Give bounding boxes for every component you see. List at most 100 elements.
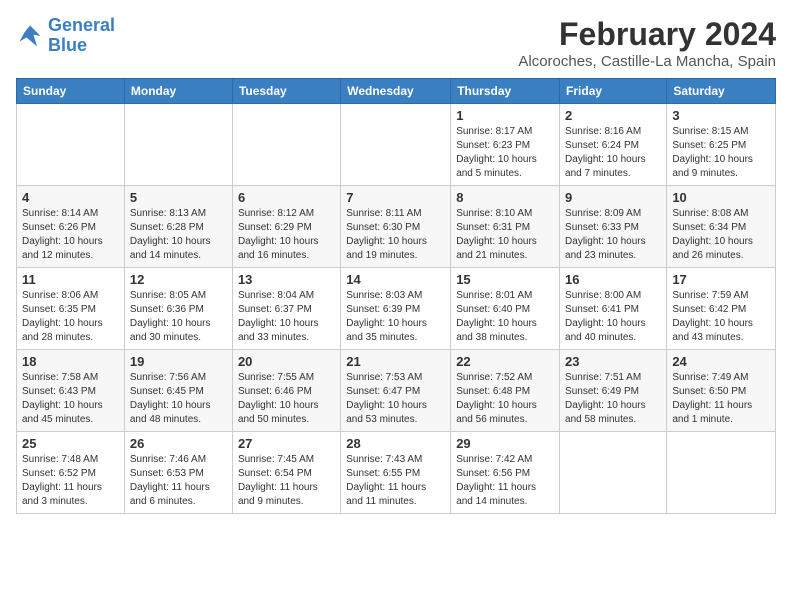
- day-number: 18: [22, 354, 119, 369]
- calendar-day-cell: 22 Sunrise: 7:52 AM Sunset: 6:48 PM Dayli…: [451, 350, 560, 432]
- day-number: 3: [672, 108, 770, 123]
- weekday-header-wednesday: Wednesday: [341, 79, 451, 104]
- calendar-day-cell: 16Sunrise: 8:00 AM Sunset: 6:41 PM Dayli…: [560, 268, 667, 350]
- day-info: Sunrise: 7:51 AM Sunset: 6:49 PM Dayligh…: [565, 371, 661, 427]
- day-number: 22: [456, 354, 554, 369]
- day-info: Sunrise: 7:46 AM Sunset: 6:53 PM Dayligh…: [130, 453, 227, 509]
- day-number: 14: [346, 272, 445, 287]
- logo-line2: Blue: [48, 35, 87, 55]
- calendar-day-cell: 25 Sunrise: 7:48 AM Sunset: 6:52 PM Dayli…: [17, 432, 125, 514]
- calendar-day-cell: 26 Sunrise: 7:46 AM Sunset: 6:53 PM Dayli…: [124, 432, 232, 514]
- day-number: 19: [130, 354, 227, 369]
- calendar-day-cell: 8Sunrise: 8:10 AM Sunset: 6:31 PM Daylig…: [451, 186, 560, 268]
- day-info: Sunrise: 7:55 AM Sunset: 6:46 PM Dayligh…: [238, 371, 335, 427]
- day-number: 5: [130, 190, 227, 205]
- calendar-week-row: 25 Sunrise: 7:48 AM Sunset: 6:52 PM Dayli…: [17, 432, 776, 514]
- day-number: 2: [565, 108, 661, 123]
- calendar-day-cell: 27 Sunrise: 7:45 AM Sunset: 6:54 PM Dayli…: [232, 432, 340, 514]
- calendar-day-cell: 6Sunrise: 8:12 AM Sunset: 6:29 PM Daylig…: [232, 186, 340, 268]
- calendar-day-cell: 9 Sunrise: 8:09 AM Sunset: 6:33 PM Daylig…: [560, 186, 667, 268]
- day-info: Sunrise: 8:17 AM Sunset: 6:23 PM Dayligh…: [456, 125, 554, 181]
- calendar-day-cell: 18 Sunrise: 7:58 AM Sunset: 6:43 PM Dayli…: [17, 350, 125, 432]
- calendar-day-cell: 12 Sunrise: 8:05 AM Sunset: 6:36 PM Dayli…: [124, 268, 232, 350]
- day-number: 13: [238, 272, 335, 287]
- day-info: Sunrise: 8:05 AM Sunset: 6:36 PM Dayligh…: [130, 289, 227, 345]
- day-number: 23: [565, 354, 661, 369]
- calendar-day-cell: [341, 104, 451, 186]
- day-number: 12: [130, 272, 227, 287]
- logo: General Blue: [16, 16, 115, 56]
- page-header: General Blue February 2024 Alcoroches, C…: [16, 16, 776, 70]
- day-info: Sunrise: 8:04 AM Sunset: 6:37 PM Dayligh…: [238, 289, 335, 345]
- day-info: Sunrise: 7:59 AM Sunset: 6:42 PM Dayligh…: [672, 289, 770, 345]
- day-number: 4: [22, 190, 119, 205]
- day-info: Sunrise: 7:45 AM Sunset: 6:54 PM Dayligh…: [238, 453, 335, 509]
- day-info: Sunrise: 7:49 AM Sunset: 6:50 PM Dayligh…: [672, 371, 770, 427]
- day-number: 17: [672, 272, 770, 287]
- weekday-header-row: SundayMondayTuesdayWednesdayThursdayFrid…: [17, 79, 776, 104]
- weekday-header-monday: Monday: [124, 79, 232, 104]
- weekday-header-tuesday: Tuesday: [232, 79, 340, 104]
- calendar-day-cell: 14 Sunrise: 8:03 AM Sunset: 6:39 PM Dayli…: [341, 268, 451, 350]
- day-info: Sunrise: 8:09 AM Sunset: 6:33 PM Dayligh…: [565, 207, 661, 263]
- calendar-title: February 2024: [518, 16, 776, 53]
- calendar-week-row: 1 Sunrise: 8:17 AM Sunset: 6:23 PM Daylig…: [17, 104, 776, 186]
- calendar-day-cell: 15 Sunrise: 8:01 AM Sunset: 6:40 PM Dayli…: [451, 268, 560, 350]
- calendar-day-cell: [560, 432, 667, 514]
- calendar-day-cell: [232, 104, 340, 186]
- calendar-week-row: 4 Sunrise: 8:14 AM Sunset: 6:26 PM Daylig…: [17, 186, 776, 268]
- day-number: 7: [346, 190, 445, 205]
- day-info: Sunrise: 8:14 AM Sunset: 6:26 PM Dayligh…: [22, 207, 119, 263]
- calendar-day-cell: 2 Sunrise: 8:16 AM Sunset: 6:24 PM Daylig…: [560, 104, 667, 186]
- logo-text: General Blue: [48, 16, 115, 56]
- day-info: Sunrise: 7:42 AM Sunset: 6:56 PM Dayligh…: [456, 453, 554, 509]
- title-block: February 2024 Alcoroches, Castille-La Ma…: [518, 16, 776, 70]
- day-number: 26: [130, 436, 227, 451]
- calendar-day-cell: 13 Sunrise: 8:04 AM Sunset: 6:37 PM Dayli…: [232, 268, 340, 350]
- calendar-day-cell: 29 Sunrise: 7:42 AM Sunset: 6:56 PM Dayli…: [451, 432, 560, 514]
- calendar-day-cell: 3Sunrise: 8:15 AM Sunset: 6:25 PM Daylig…: [667, 104, 776, 186]
- day-info: Sunrise: 7:56 AM Sunset: 6:45 PM Dayligh…: [130, 371, 227, 427]
- calendar-location: Alcoroches, Castille-La Mancha, Spain: [518, 53, 776, 70]
- calendar-week-row: 18 Sunrise: 7:58 AM Sunset: 6:43 PM Dayli…: [17, 350, 776, 432]
- calendar-day-cell: [124, 104, 232, 186]
- weekday-header-saturday: Saturday: [667, 79, 776, 104]
- day-info: Sunrise: 8:16 AM Sunset: 6:24 PM Dayligh…: [565, 125, 661, 181]
- weekday-header-sunday: Sunday: [17, 79, 125, 104]
- calendar-table: SundayMondayTuesdayWednesdayThursdayFrid…: [16, 78, 776, 514]
- weekday-header-friday: Friday: [560, 79, 667, 104]
- day-number: 15: [456, 272, 554, 287]
- day-number: 9: [565, 190, 661, 205]
- weekday-header-thursday: Thursday: [451, 79, 560, 104]
- calendar-day-cell: 24Sunrise: 7:49 AM Sunset: 6:50 PM Dayli…: [667, 350, 776, 432]
- day-number: 28: [346, 436, 445, 451]
- logo-line1: General: [48, 15, 115, 35]
- day-number: 1: [456, 108, 554, 123]
- calendar-day-cell: 19 Sunrise: 7:56 AM Sunset: 6:45 PM Dayli…: [124, 350, 232, 432]
- calendar-day-cell: 20Sunrise: 7:55 AM Sunset: 6:46 PM Dayli…: [232, 350, 340, 432]
- day-number: 25: [22, 436, 119, 451]
- day-info: Sunrise: 7:43 AM Sunset: 6:55 PM Dayligh…: [346, 453, 445, 509]
- calendar-day-cell: 1 Sunrise: 8:17 AM Sunset: 6:23 PM Daylig…: [451, 104, 560, 186]
- logo-icon: [16, 22, 44, 50]
- day-info: Sunrise: 8:08 AM Sunset: 6:34 PM Dayligh…: [672, 207, 770, 263]
- calendar-day-cell: [667, 432, 776, 514]
- day-number: 16: [565, 272, 661, 287]
- day-info: Sunrise: 7:48 AM Sunset: 6:52 PM Dayligh…: [22, 453, 119, 509]
- calendar-day-cell: 10 Sunrise: 8:08 AM Sunset: 6:34 PM Dayli…: [667, 186, 776, 268]
- day-number: 29: [456, 436, 554, 451]
- day-info: Sunrise: 7:58 AM Sunset: 6:43 PM Dayligh…: [22, 371, 119, 427]
- day-number: 10: [672, 190, 770, 205]
- calendar-day-cell: 11Sunrise: 8:06 AM Sunset: 6:35 PM Dayli…: [17, 268, 125, 350]
- day-info: Sunrise: 8:06 AM Sunset: 6:35 PM Dayligh…: [22, 289, 119, 345]
- day-info: Sunrise: 7:53 AM Sunset: 6:47 PM Dayligh…: [346, 371, 445, 427]
- calendar-week-row: 11Sunrise: 8:06 AM Sunset: 6:35 PM Dayli…: [17, 268, 776, 350]
- day-info: Sunrise: 8:03 AM Sunset: 6:39 PM Dayligh…: [346, 289, 445, 345]
- calendar-day-cell: 23 Sunrise: 7:51 AM Sunset: 6:49 PM Dayli…: [560, 350, 667, 432]
- day-info: Sunrise: 7:52 AM Sunset: 6:48 PM Dayligh…: [456, 371, 554, 427]
- day-number: 21: [346, 354, 445, 369]
- calendar-day-cell: 28 Sunrise: 7:43 AM Sunset: 6:55 PM Dayli…: [341, 432, 451, 514]
- day-info: Sunrise: 8:01 AM Sunset: 6:40 PM Dayligh…: [456, 289, 554, 345]
- calendar-day-cell: [17, 104, 125, 186]
- day-number: 27: [238, 436, 335, 451]
